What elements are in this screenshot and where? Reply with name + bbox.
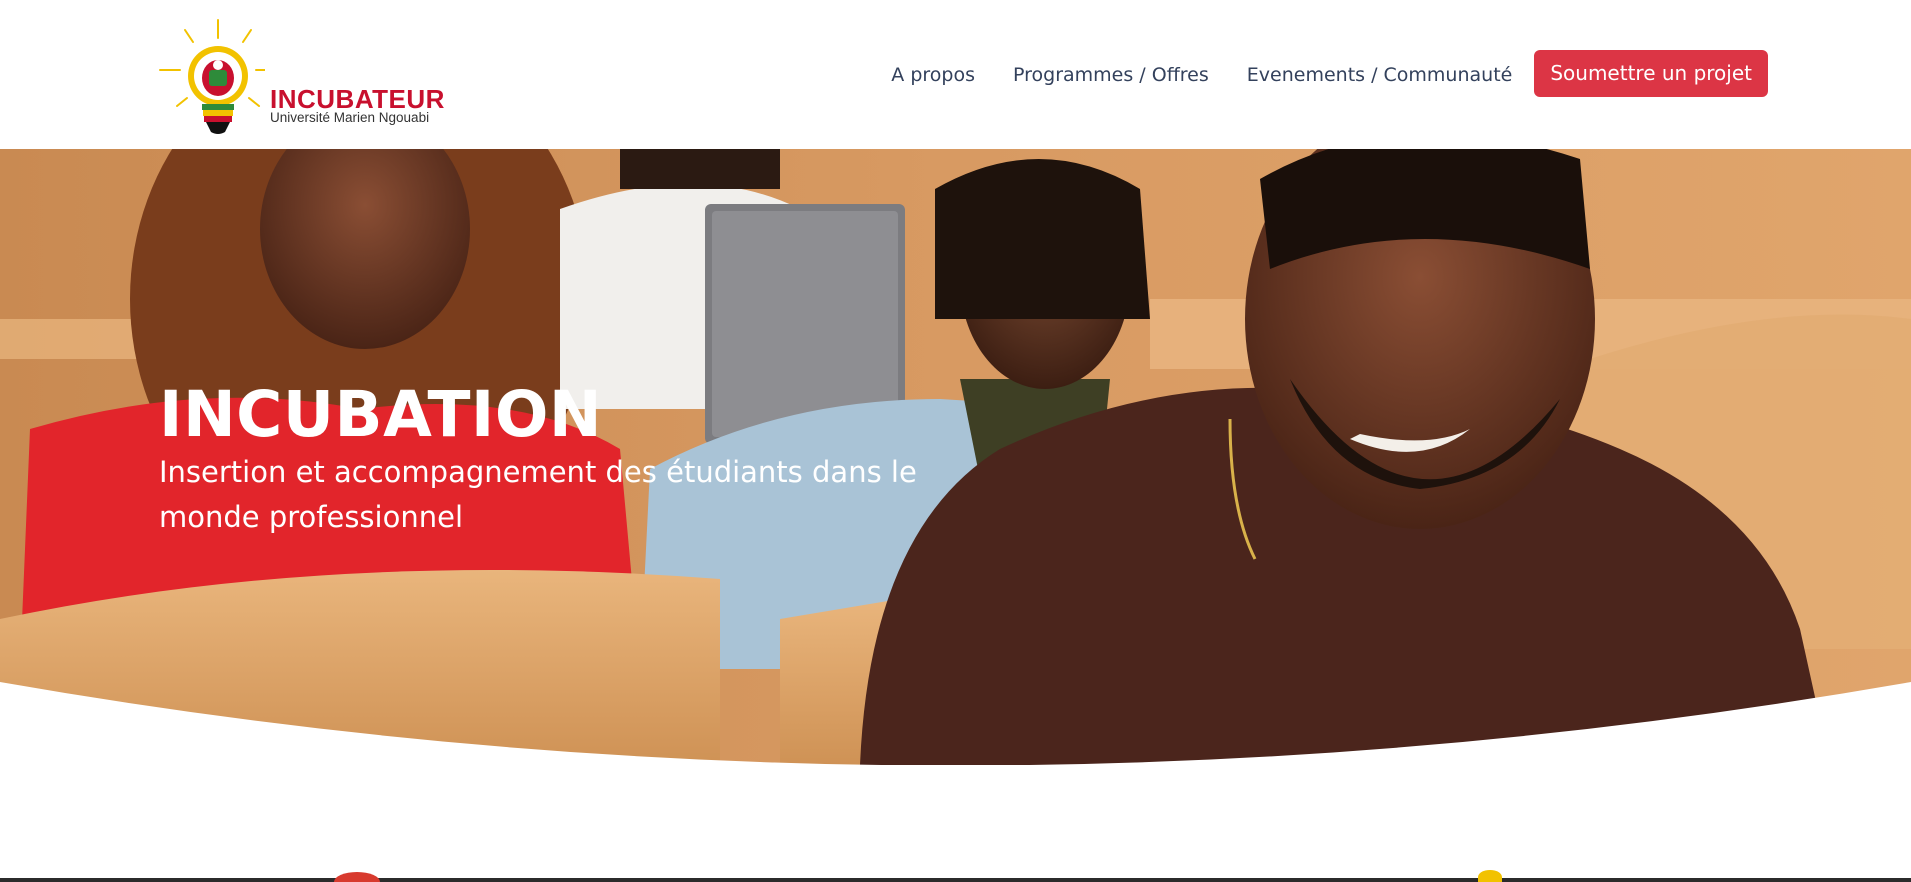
nav-link-programmes-offres[interactable]: Programmes / Offres [1013, 64, 1209, 86]
submit-project-button[interactable]: Soumettre un projet [1534, 49, 1768, 97]
site-logo[interactable]: INCUBATEUR Université Marien Ngouabi [155, 18, 444, 140]
hero-title: INCUBATION [159, 378, 603, 451]
hero-subtitle: Insertion et accompagnement des étudiant… [159, 455, 917, 534]
lightbulb-logo-icon [159, 19, 265, 134]
logo-subtitle: Université Marien Ngouabi [270, 110, 430, 125]
site-header: INCUBATEUR Université Marien Ngouabi A p… [0, 0, 1911, 149]
nav-link-evenements-communaute[interactable]: Evenements / Communauté [1247, 64, 1513, 86]
nav-link-a-propos[interactable]: A propos [891, 64, 975, 86]
decorative-shape-yellow [1478, 870, 1502, 882]
main-navigation: A propos Programmes / Offres Evenements … [891, 0, 1768, 149]
section-divider [0, 878, 1911, 882]
hero-banner: INCUBATION Insertion et accompagnement d… [0, 149, 1911, 765]
decorative-shape-red [334, 872, 380, 882]
